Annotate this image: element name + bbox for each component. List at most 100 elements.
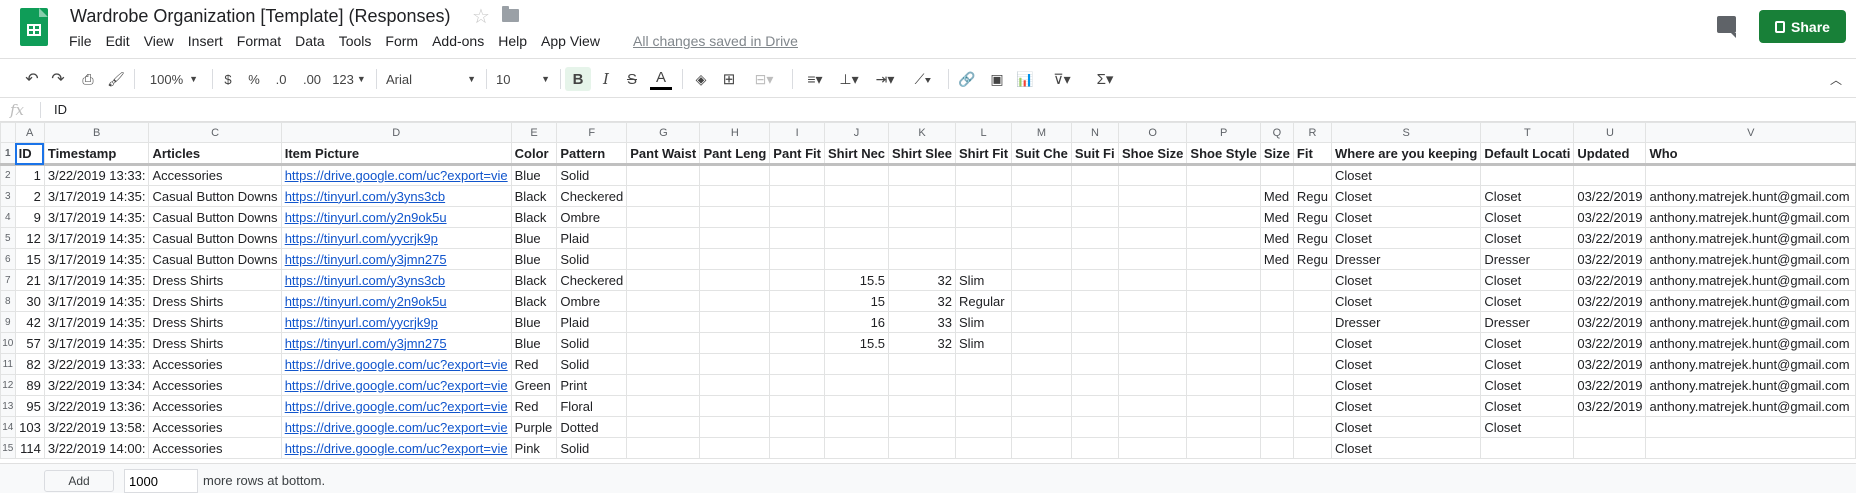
column-header[interactable]: L (955, 122, 1013, 143)
cell[interactable]: 03/22/2019 (1573, 311, 1647, 333)
cell[interactable]: Plaid (556, 311, 628, 333)
cell[interactable]: Closet (1480, 353, 1575, 375)
cell[interactable]: Pink (510, 437, 558, 459)
cell[interactable]: 3/17/2019 14:35: (43, 269, 150, 291)
fill-color-icon[interactable]: ◈ (690, 68, 712, 90)
cell[interactable] (1117, 248, 1188, 270)
row-header[interactable]: 2 (0, 164, 16, 186)
cell[interactable] (1070, 311, 1119, 333)
cell[interactable]: 03/22/2019 (1573, 269, 1647, 291)
cell[interactable] (1186, 248, 1261, 270)
header-cell[interactable]: Pattern (556, 142, 628, 166)
cell[interactable] (699, 437, 771, 459)
cell[interactable] (626, 395, 701, 417)
cell[interactable] (769, 248, 825, 270)
menu-form[interactable]: Form (385, 33, 418, 49)
cell[interactable]: 16 (823, 311, 890, 333)
cell[interactable] (1573, 164, 1647, 186)
cell[interactable]: Plaid (556, 227, 628, 249)
undo-icon[interactable]: ↶ (22, 68, 42, 90)
cell[interactable]: Ombre (556, 206, 628, 228)
cell[interactable] (1117, 206, 1188, 228)
document-title[interactable]: Wardrobe Organization [Template] (Respon… (70, 6, 451, 27)
vertical-align-icon[interactable]: ⊥▾ (834, 68, 864, 90)
cell[interactable] (955, 248, 1013, 270)
column-header[interactable]: O (1117, 122, 1188, 143)
cell[interactable]: Red (510, 395, 558, 417)
column-header[interactable]: P (1186, 122, 1261, 143)
cell[interactable]: Solid (556, 332, 628, 354)
cell[interactable] (626, 374, 701, 396)
cell[interactable] (888, 395, 957, 417)
cell[interactable]: 03/22/2019 (1573, 374, 1647, 396)
cell[interactable]: Dress Shirts (148, 290, 282, 312)
cell[interactable]: anthony.matrejek.hunt@gmail.com (1645, 290, 1856, 312)
cell[interactable] (699, 332, 771, 354)
cell[interactable]: Closet (1480, 332, 1575, 354)
cell[interactable] (1117, 353, 1188, 375)
print-icon[interactable]: ⎙ (78, 68, 98, 90)
cell[interactable]: 3/22/2019 13:36: (43, 395, 150, 417)
column-header[interactable]: C (148, 122, 282, 143)
cell[interactable] (626, 227, 701, 249)
cell[interactable]: Closet (1330, 206, 1482, 228)
cell[interactable]: 03/22/2019 (1573, 185, 1647, 207)
column-header[interactable]: B (43, 122, 150, 143)
column-header[interactable]: D (280, 122, 512, 143)
cell[interactable] (1070, 332, 1119, 354)
cell[interactable] (699, 311, 771, 333)
cell[interactable] (1011, 437, 1072, 459)
cell[interactable] (769, 437, 825, 459)
cell[interactable]: 3/17/2019 14:35: (43, 311, 150, 333)
column-header[interactable]: N (1070, 122, 1119, 143)
cell[interactable] (1117, 416, 1188, 438)
cell[interactable] (1011, 206, 1072, 228)
cell[interactable] (1292, 332, 1332, 354)
cell[interactable]: Med (1259, 206, 1294, 228)
cell[interactable]: 15 (14, 248, 45, 270)
menu-help[interactable]: Help (498, 33, 527, 49)
cell[interactable]: Dresser (1330, 311, 1482, 333)
cell[interactable]: Blue (510, 332, 558, 354)
cell[interactable] (1070, 227, 1119, 249)
cell[interactable]: 03/22/2019 (1573, 206, 1647, 228)
row-header[interactable]: 13 (0, 395, 16, 417)
cell[interactable] (1292, 395, 1332, 417)
cell[interactable]: Solid (556, 164, 628, 186)
cell[interactable] (699, 185, 771, 207)
cell[interactable]: 9 (14, 206, 45, 228)
cell[interactable]: Green (510, 374, 558, 396)
menu-format[interactable]: Format (237, 33, 281, 49)
cell[interactable] (1645, 416, 1856, 438)
cell[interactable] (699, 374, 771, 396)
cell[interactable] (1573, 437, 1647, 459)
cell[interactable]: Closet (1480, 206, 1575, 228)
merge-cells-icon[interactable]: ⊟▾ (746, 68, 782, 90)
row-header[interactable]: 6 (0, 248, 16, 270)
cell[interactable]: 15.5 (823, 332, 890, 354)
add-rows-button[interactable]: Add (44, 470, 114, 492)
cell[interactable]: Closet (1330, 290, 1482, 312)
cell[interactable]: anthony.matrejek.hunt@gmail.com (1645, 332, 1856, 354)
cell[interactable]: Closet (1330, 269, 1482, 291)
cell[interactable] (769, 164, 825, 186)
column-header[interactable]: K (888, 122, 957, 143)
cell[interactable]: 03/22/2019 (1573, 227, 1647, 249)
header-cell[interactable]: Pant Waist (626, 142, 701, 166)
menu-view[interactable]: View (144, 33, 174, 49)
cell[interactable] (1645, 437, 1856, 459)
cell[interactable]: 89 (14, 374, 45, 396)
header-cell[interactable]: Shirt Slee (888, 142, 957, 166)
cell[interactable] (1011, 248, 1072, 270)
cell[interactable]: 42 (14, 311, 45, 333)
cell[interactable] (1117, 311, 1188, 333)
cell[interactable]: 3/17/2019 14:35: (43, 290, 150, 312)
cell[interactable]: Accessories (148, 353, 282, 375)
column-header[interactable]: V (1645, 122, 1856, 143)
cell[interactable] (1011, 332, 1072, 354)
text-rotation-icon[interactable]: ⟋▾ (906, 68, 940, 90)
collapse-toolbar-icon[interactable]: ︿ (1826, 68, 1846, 90)
cell[interactable] (888, 374, 957, 396)
cell[interactable]: Regular (955, 290, 1013, 312)
cell[interactable] (1259, 332, 1294, 354)
